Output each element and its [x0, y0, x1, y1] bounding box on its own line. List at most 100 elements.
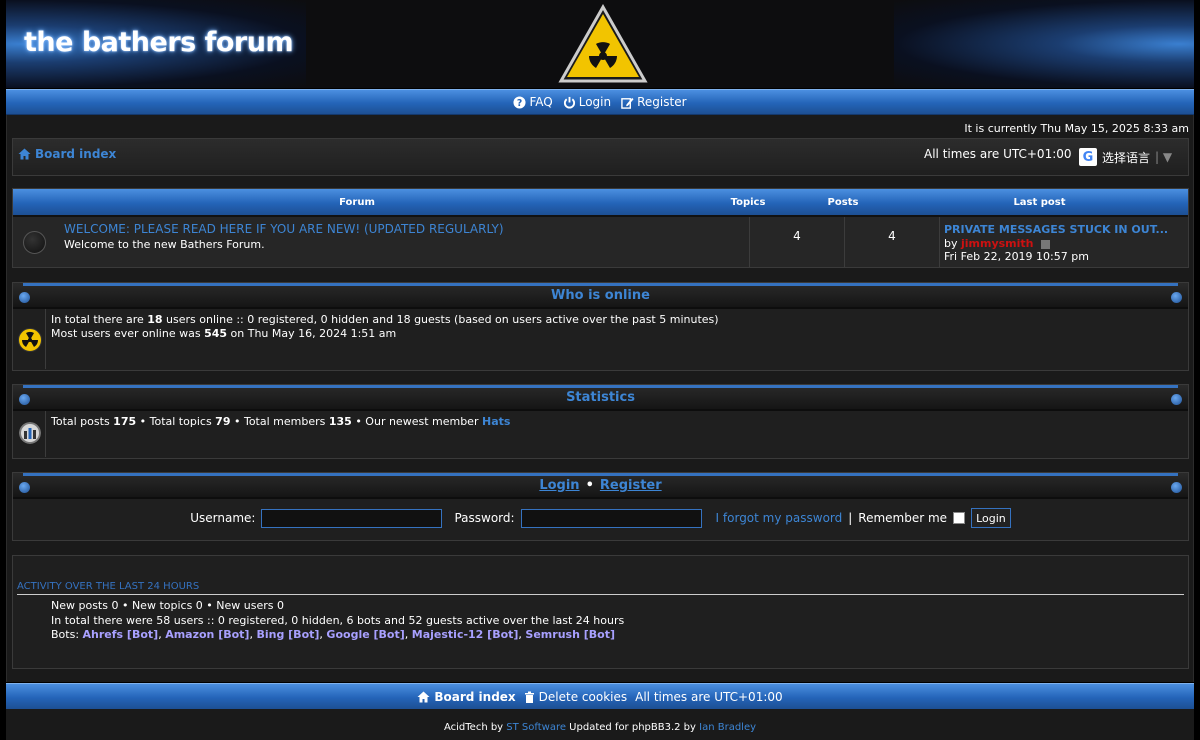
login-title-link[interactable]: Login [539, 478, 579, 493]
username-label: Username: [190, 511, 256, 525]
text: Updated for phpBB3.2 by [566, 722, 700, 733]
login-link[interactable]: Login [563, 95, 611, 109]
activity-text: New posts 0 • New topics 0 • New users 0… [51, 599, 624, 643]
svg-text:?: ? [517, 98, 522, 109]
credits: AcidTech by ST Software Updated for phpB… [6, 709, 1194, 740]
forgot-password-link[interactable]: I forgot my password [716, 511, 843, 525]
username-field[interactable] [261, 508, 443, 528]
bot-link[interactable]: Amazon [Bot] [165, 628, 249, 641]
login-form: Username: Password: I forgot my password… [13, 499, 1188, 537]
trash-icon [524, 691, 534, 703]
bot-link[interactable]: Ahrefs [Bot] [83, 628, 159, 641]
icon-cell [13, 309, 46, 369]
text: Total posts [51, 415, 114, 428]
delete-cookies-link[interactable]: Delete cookies [524, 690, 627, 704]
current-time: It is currently Thu May 15, 2025 8:33 am [964, 122, 1189, 135]
forum-read-icon [23, 231, 46, 254]
password-label: Password: [454, 511, 515, 525]
panel-body: In total there are 18 users online :: 0 … [13, 309, 1188, 369]
last-post-date: Fri Feb 22, 2019 10:57 pm [944, 250, 1089, 263]
icon-cell [13, 411, 46, 457]
table-row: WELCOME: PLEASE READ HERE IF YOU ARE NEW… [13, 215, 1188, 267]
online-count: 18 [147, 313, 163, 326]
top-navbar: ? FAQ Login Register [6, 89, 1194, 115]
view-latest-post-icon[interactable] [1041, 239, 1051, 249]
language-selector-label: 选择语言 [1102, 150, 1151, 165]
panel-body: Total posts 175 • Total topics 79 • Tota… [13, 411, 1188, 457]
bot-link[interactable]: Bing [Bot] [256, 628, 319, 641]
register-title-link[interactable]: Register [600, 478, 662, 493]
remember-me-label: Remember me [858, 511, 948, 525]
board-index-label: Board index [35, 147, 117, 161]
text: In total there are [51, 313, 148, 326]
who-online-title[interactable]: Who is online [13, 288, 1188, 303]
password-field[interactable] [520, 508, 702, 528]
col-posts: Posts [827, 196, 859, 208]
panel-header-bar [23, 473, 1178, 476]
total-topics: 79 [215, 415, 231, 428]
footer-timezone: All times are UTC+01:00 [635, 689, 783, 704]
last-post-author: by jimmysmith [944, 237, 1051, 250]
panel-header: Login • Register [13, 473, 1188, 499]
divider [939, 217, 940, 267]
forum-title-link[interactable]: WELCOME: PLEASE READ HERE IF YOU ARE NEW… [64, 222, 504, 236]
bar-chart-icon [19, 422, 41, 444]
separator: | [848, 511, 853, 525]
radiation-icon [18, 328, 42, 352]
language-selector[interactable]: G 选择语言 | ▼ [1079, 145, 1179, 169]
topics-count: 4 [793, 229, 801, 243]
board-index-link[interactable]: Board index [18, 147, 116, 161]
text: • Total topics [136, 415, 216, 428]
register-label: Register [637, 95, 687, 109]
col-forum: Forum [339, 196, 375, 208]
last-post-user-link[interactable]: jimmysmith [961, 237, 1034, 250]
col-last-post: Last post [1013, 196, 1066, 208]
bot-link[interactable]: Majestic-12 [Bot] [412, 628, 519, 641]
col-topics: Topics [730, 196, 766, 208]
remember-me-checkbox[interactable] [953, 512, 966, 524]
banner-right-glow [894, 0, 1194, 88]
login-button[interactable]: Login [971, 508, 1011, 528]
register-link[interactable]: Register [621, 95, 687, 109]
activity-panel: ACTIVITY OVER THE LAST 24 HOURS New post… [12, 555, 1189, 669]
activity-title: ACTIVITY OVER THE LAST 24 HOURS [17, 581, 200, 592]
knob-icon [1171, 292, 1182, 303]
radiation-hazard-icon [558, 4, 648, 83]
ian-bradley-link[interactable]: Ian Bradley [699, 722, 756, 733]
bot-link[interactable]: Google [Bot] [326, 628, 404, 641]
max-online-count: 545 [204, 327, 228, 340]
panel-header: Statistics [13, 385, 1188, 411]
text: Most users ever online was [51, 327, 205, 340]
st-software-link[interactable]: ST Software [506, 722, 566, 733]
activity-new-counts: New posts 0 • New topics 0 • New users 0 [51, 599, 284, 612]
login-panel: Login • Register Username: Password: I for… [12, 472, 1189, 541]
posts-count: 4 [888, 229, 896, 243]
panel-header: Who is online [13, 283, 1188, 309]
total-posts: 175 [113, 415, 137, 428]
faq-link[interactable]: ? FAQ [513, 95, 553, 109]
text: on Thu May 16, 2024 1:51 am [227, 327, 397, 340]
timezone-note: All times are UTC+01:00 [924, 147, 1072, 161]
divider [17, 594, 1184, 595]
knob-icon [1171, 482, 1182, 493]
footer-board-index-label: Board index [434, 689, 516, 704]
statistics-title: Statistics [566, 390, 635, 405]
faq-label: FAQ [529, 95, 553, 109]
panel-header-bar [23, 283, 1178, 286]
bot-link[interactable]: Semrush [Bot] [525, 628, 615, 641]
newest-member-link[interactable]: Hats [482, 415, 510, 428]
activity-bots: Bots: Ahrefs [Bot], Amazon [Bot], Bing [… [51, 628, 615, 641]
footer-board-index-link[interactable]: Board index [417, 689, 516, 704]
footer-navbar: Board index Delete cookies All times are… [6, 683, 1194, 709]
forum-table-header: Forum Topics Posts Last post [13, 189, 1188, 215]
site-title[interactable]: the bathers forum [24, 27, 294, 58]
last-post-link[interactable]: PRIVATE MESSAGES STUCK IN OUT... [944, 223, 1179, 236]
knob-icon [1171, 394, 1182, 405]
home-icon [417, 691, 430, 702]
text: users online :: 0 registered, 0 hidden a… [162, 313, 719, 326]
total-members: 135 [328, 415, 352, 428]
text: • Total members [230, 415, 329, 428]
edit-icon [621, 97, 634, 109]
text: AcidTech by [443, 722, 507, 733]
login-label: Login [578, 95, 612, 109]
